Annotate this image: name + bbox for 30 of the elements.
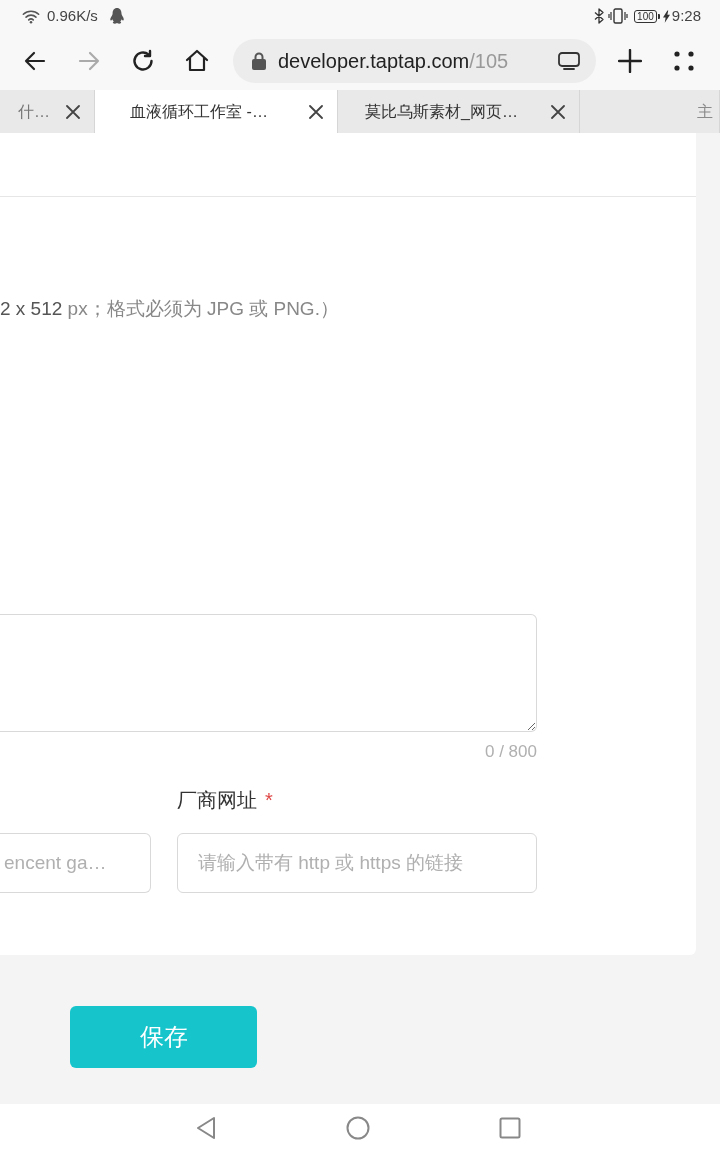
input-field[interactable]: encent ga… <box>0 833 151 893</box>
home-icon[interactable] <box>184 48 210 74</box>
url-text: developer.taptap.com/105 <box>278 49 509 74</box>
wifi-icon <box>22 8 40 24</box>
bluetooth-icon <box>594 8 605 24</box>
browser-tab[interactable]: 血液循环工作室 -… <box>95 90 338 133</box>
circle-icon[interactable] <box>346 1116 370 1140</box>
field-label: 厂商网址 <box>177 788 257 813</box>
vibrate-icon <box>608 8 629 24</box>
battery-indicator: 100 <box>634 9 657 23</box>
lock-icon <box>252 52 266 70</box>
plus-icon[interactable] <box>618 49 642 73</box>
back-triangle-icon[interactable] <box>195 1116 217 1140</box>
square-icon[interactable] <box>499 1117 521 1139</box>
url-input-field[interactable]: 请输入带有 http 或 https 的链接 <box>177 833 537 893</box>
charging-bolt-icon <box>662 9 670 23</box>
address-bar[interactable]: developer.taptap.com/105 <box>233 39 596 83</box>
close-icon[interactable] <box>66 104 80 119</box>
description-field[interactable] <box>0 614 537 732</box>
network-speed: 0.96K/s <box>47 5 98 26</box>
image-size-hint: 2 x 512 px；格式必须为 JPG 或 PNG.） <box>0 297 340 321</box>
penguin-icon <box>109 8 124 24</box>
close-icon[interactable] <box>551 104 565 119</box>
required-mark: * <box>265 788 273 813</box>
close-icon[interactable] <box>309 104 323 119</box>
char-counter: 0 / 800 <box>484 742 537 762</box>
menu-dots-icon[interactable] <box>674 51 694 71</box>
clock-time: 9:28 <box>671 5 701 26</box>
monitor-icon[interactable] <box>558 52 580 70</box>
reload-icon[interactable] <box>130 48 156 74</box>
